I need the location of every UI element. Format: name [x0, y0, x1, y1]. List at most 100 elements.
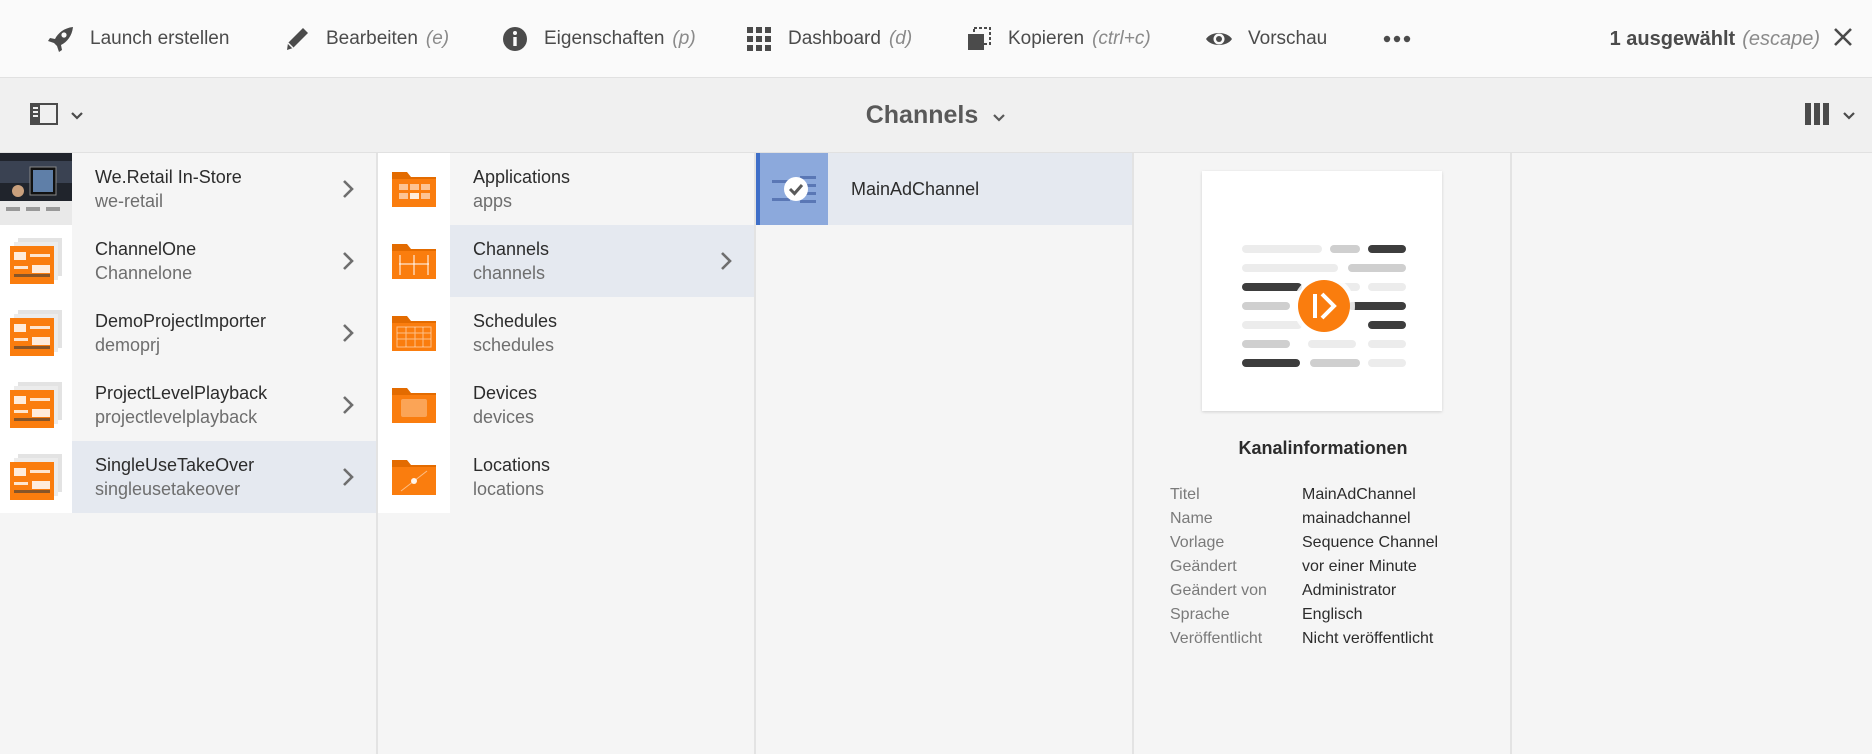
channel-thumbnail: [756, 153, 828, 225]
list-item-title: Channels: [473, 239, 550, 259]
copy-label: Kopieren: [1008, 27, 1085, 49]
grid-icon: [744, 24, 774, 54]
list-item-title: MainAdChannel: [851, 179, 980, 199]
copy-button[interactable]: Kopieren (ctrl+c): [964, 0, 1151, 78]
chevron-right-icon: [340, 249, 356, 273]
list-item-name: apps: [473, 191, 513, 211]
list-item-title: Schedules: [473, 311, 558, 331]
list-item[interactable]: We.Retail In-Store we-retail: [0, 153, 376, 225]
folder-thumbnail: [378, 153, 450, 225]
list-item-name: we-retail: [95, 191, 164, 211]
list-item[interactable]: DemoProjectImporter demoprj: [0, 297, 376, 369]
list-item-name: singleusetakeover: [95, 479, 241, 499]
close-selection-button[interactable]: [1828, 24, 1858, 54]
list-item-text: Applications apps: [473, 165, 570, 213]
list-item-selected[interactable]: SingleUseTakeOver singleusetakeover: [0, 441, 376, 513]
selection-count-label: 1 ausgewählt: [1609, 27, 1736, 50]
metadata-key: Veröffentlicht: [1170, 630, 1263, 647]
channels-column: MainAdChannel: [756, 153, 1134, 754]
list-item[interactable]: Schedules schedules: [378, 297, 754, 369]
selection-escape-hint: (escape): [1742, 27, 1820, 50]
list-item-name: projectlevelplayback: [95, 407, 258, 427]
launch-create-button[interactable]: Launch erstellen: [46, 0, 229, 78]
metadata-key: Name: [1170, 510, 1213, 527]
list-item-title: Devices: [473, 383, 538, 403]
list-item[interactable]: Locations locations: [378, 441, 754, 513]
metadata-row: Vorlage Sequence Channel: [1170, 531, 1438, 555]
empty-column: [1512, 153, 1872, 754]
list-item[interactable]: ProjectLevelPlayback projectlevelplaybac…: [0, 369, 376, 441]
metadata-row: Geändert vor einer Minute: [1170, 555, 1438, 579]
list-item-text: Devices devices: [473, 381, 537, 429]
list-item-title: We.Retail In-Store: [95, 167, 242, 187]
column-view-icon: [1804, 102, 1830, 131]
folder-thumbnail: [378, 225, 450, 297]
action-bar: Launch erstellen Bearbeiten (e) Eigensch…: [0, 0, 1872, 78]
metadata-row: Titel MainAdChannel: [1170, 483, 1438, 507]
preview-label: Vorschau: [1248, 27, 1328, 49]
list-item-name: locations: [473, 479, 545, 499]
list-item-text: ProjectLevelPlayback projectlevelplaybac…: [95, 381, 267, 429]
list-item-text: Schedules schedules: [473, 309, 557, 357]
list-item-title: ChannelOne: [95, 239, 197, 259]
launch-create-label: Launch erstellen: [90, 27, 230, 49]
metadata-key: Vorlage: [1170, 534, 1225, 551]
properties-button[interactable]: Eigenschaften (p): [500, 0, 696, 78]
metadata-row: Geändert von Administrator: [1170, 579, 1438, 603]
metadata-value: Englisch: [1302, 606, 1363, 623]
rail-toggle-button[interactable]: [30, 102, 84, 131]
preview-button[interactable]: Vorschau: [1204, 0, 1327, 78]
metadata-key: Titel: [1170, 486, 1200, 503]
folders-column: Applications apps Channels channels Sche…: [378, 153, 756, 754]
list-item-title: DemoProjectImporter: [95, 311, 267, 331]
chevron-right-icon: [340, 177, 356, 201]
list-item-checked[interactable]: MainAdChannel: [756, 153, 1132, 225]
folder-thumbnail: [378, 369, 450, 441]
list-item-text: DemoProjectImporter demoprj: [95, 309, 266, 357]
page-title-container: Channels: [0, 78, 1872, 153]
metadata-row: Sprache Englisch: [1170, 603, 1438, 627]
folder-thumbnail: [378, 297, 450, 369]
edit-label: Bearbeiten: [326, 27, 418, 49]
list-item-name: devices: [473, 407, 535, 427]
list-item[interactable]: Applications apps: [378, 153, 754, 225]
list-item[interactable]: Devices devices: [378, 369, 754, 441]
project-thumbnail: [0, 153, 72, 225]
list-item-title: Locations: [473, 455, 551, 475]
folder-icon: [392, 172, 436, 207]
channel-preview-image: [1202, 171, 1442, 411]
properties-shortcut: (p): [672, 27, 696, 49]
edit-button[interactable]: Bearbeiten (e): [282, 0, 449, 78]
list-item-name: demoprj: [95, 335, 161, 355]
copy-shortcut: (ctrl+c): [1092, 27, 1151, 49]
list-item-text: ChannelOne Channelone: [95, 237, 196, 285]
list-item[interactable]: ChannelOne Channelone: [0, 225, 376, 297]
list-item-text: We.Retail In-Store we-retail: [95, 165, 242, 213]
list-item-title: Applications: [473, 167, 571, 187]
metadata-value: mainadchannel: [1302, 510, 1411, 527]
selection-count: 1 ausgewählt (escape): [1610, 0, 1820, 78]
project-thumbnail: [0, 369, 72, 441]
more-icon: [1382, 24, 1412, 54]
chevron-right-icon: [718, 249, 734, 273]
info-column: Kanalinformationen Titel MainAdChannel Na…: [1134, 153, 1512, 754]
metadata-key: Geändert von: [1170, 582, 1267, 599]
list-item-selected[interactable]: Channels channels: [378, 225, 754, 297]
chevron-down-icon: [992, 101, 1006, 130]
dashboard-button[interactable]: Dashboard (d): [744, 0, 912, 78]
copy-icon: [964, 24, 994, 54]
list-item-title: ProjectLevelPlayback: [95, 383, 268, 403]
chevron-down-icon: [1842, 108, 1856, 126]
dashboard-shortcut: (d): [888, 27, 913, 49]
chevron-down-icon: [70, 108, 84, 126]
chevron-right-icon: [340, 465, 356, 489]
view-switcher-button[interactable]: [1804, 102, 1856, 131]
sidebar-icon: [30, 102, 58, 131]
page-title-dropdown[interactable]: Channels: [866, 101, 1007, 130]
dashboard-label: Dashboard: [788, 27, 881, 49]
page-title: Channels: [865, 101, 979, 129]
column-view: We.Retail In-Store we-retail ChannelOne …: [0, 153, 1872, 754]
metadata-value: MainAdChannel: [1302, 486, 1416, 503]
list-item-name: schedules: [473, 335, 555, 355]
more-actions-button[interactable]: [1382, 0, 1426, 78]
